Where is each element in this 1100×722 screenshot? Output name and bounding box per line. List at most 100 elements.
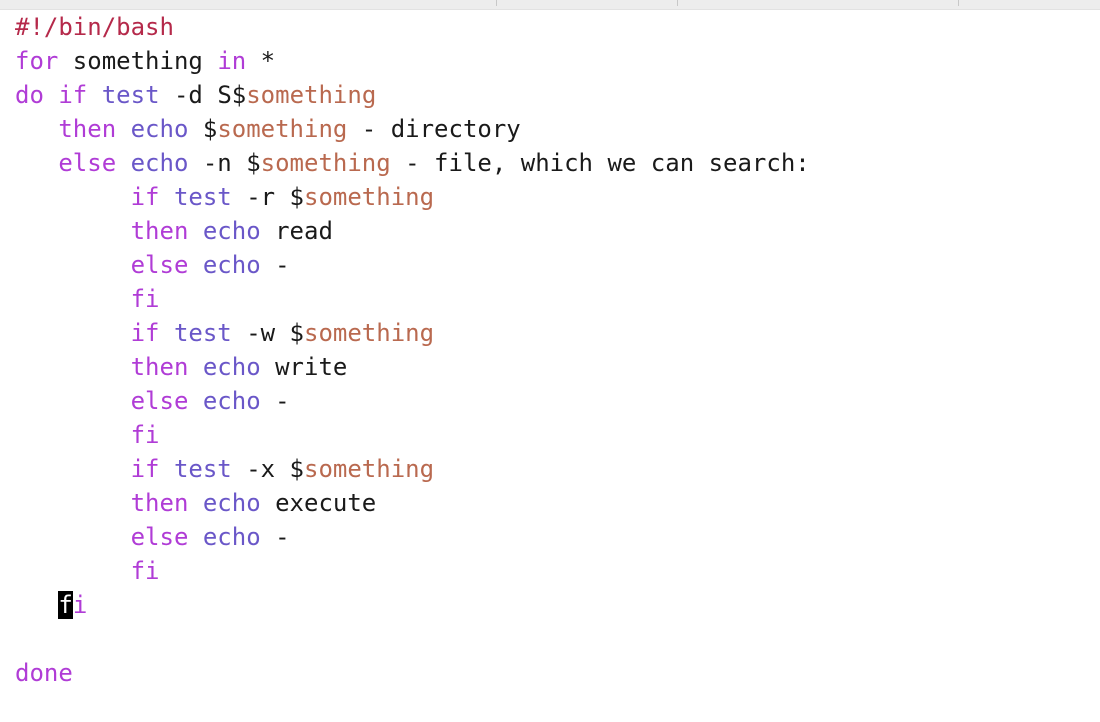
code-line[interactable]: if test -r $something <box>15 180 1095 214</box>
code-line[interactable]: else echo - <box>15 384 1095 418</box>
builtin-token: echo <box>202 353 261 381</box>
text-token: $ <box>188 115 218 143</box>
text-token: something <box>58 47 218 75</box>
variable-token: something <box>304 183 435 211</box>
builtin-token: test <box>173 183 232 211</box>
builtin-token: test <box>101 81 160 109</box>
builtin-token: echo <box>202 217 261 245</box>
keyword-token: else <box>58 149 117 177</box>
code-line[interactable]: then echo execute <box>15 486 1095 520</box>
code-line[interactable]: if test -x $something <box>15 452 1095 486</box>
code-line[interactable]: then echo read <box>15 214 1095 248</box>
builtin-token: test <box>173 319 232 347</box>
code-line[interactable]: fi <box>15 418 1095 452</box>
keyword-token: if <box>130 455 160 483</box>
tab-separator <box>496 0 497 6</box>
text-token: -d S$ <box>159 81 247 109</box>
code-line[interactable]: fi <box>15 588 1095 622</box>
tab-separator <box>958 0 959 6</box>
code-line[interactable]: for something in * <box>15 44 1095 78</box>
code-line[interactable]: else echo - <box>15 520 1095 554</box>
text-editor[interactable]: #!/bin/bash for something in * do if test … <box>0 0 1100 722</box>
keyword-token: for <box>15 47 59 75</box>
keyword-token: then <box>130 217 189 245</box>
editor-top-bar <box>0 0 1100 10</box>
keyword-token: done <box>15 659 73 687</box>
text-token: - <box>260 251 290 279</box>
text-token: -r $ <box>231 183 304 211</box>
builtin-token: echo <box>130 149 189 177</box>
builtin-token: echo <box>202 489 261 517</box>
code-line[interactable]: do if test -d S$something <box>15 78 1095 112</box>
code-line[interactable]: if test -w $something <box>15 316 1095 350</box>
builtin-token: echo <box>202 251 261 279</box>
keyword-token: do <box>15 81 44 109</box>
code-line[interactable]: then echo write <box>15 350 1095 384</box>
builtin-token: echo <box>202 523 261 551</box>
variable-token: something <box>217 115 348 143</box>
text-token: -n $ <box>188 149 261 177</box>
code-line[interactable]: done <box>15 656 1095 690</box>
code-area[interactable]: #!/bin/bash for something in * do if test … <box>15 10 1095 690</box>
text-token: - <box>260 523 290 551</box>
keyword-token: if <box>58 81 88 109</box>
keyword-token: then <box>130 353 189 381</box>
builtin-token: echo <box>202 387 261 415</box>
code-line[interactable]: then echo $something - directory <box>15 112 1095 146</box>
code-line[interactable]: else echo - <box>15 248 1095 282</box>
keyword-token: fi <box>130 557 160 585</box>
text-token: write <box>260 353 348 381</box>
shebang-token: #!/bin/bash <box>15 13 174 41</box>
code-line[interactable]: else echo -n $something - file, which we… <box>15 146 1095 180</box>
keyword-token: fi <box>130 285 160 313</box>
keyword-token: then <box>130 489 189 517</box>
code-line[interactable] <box>15 622 1095 656</box>
keyword-token: i <box>72 591 88 619</box>
keyword-token: if <box>130 319 160 347</box>
keyword-token: in <box>217 47 247 75</box>
text-cursor: f <box>58 591 73 619</box>
text-token: -x $ <box>231 455 304 483</box>
builtin-token: echo <box>130 115 189 143</box>
keyword-token: then <box>58 115 117 143</box>
text-token: * <box>246 47 276 75</box>
text-token: read <box>260 217 333 245</box>
code-line[interactable]: #!/bin/bash <box>15 10 1095 44</box>
code-line[interactable]: fi <box>15 554 1095 588</box>
text-token: - <box>260 387 290 415</box>
builtin-token: test <box>173 455 232 483</box>
text-token: - directory <box>347 115 521 143</box>
text-token: -w $ <box>231 319 304 347</box>
text-token: execute <box>260 489 377 517</box>
keyword-token: else <box>130 387 189 415</box>
variable-token: something <box>304 455 435 483</box>
variable-token: something <box>304 319 435 347</box>
code-line[interactable]: fi <box>15 282 1095 316</box>
tab-separator <box>677 0 678 6</box>
